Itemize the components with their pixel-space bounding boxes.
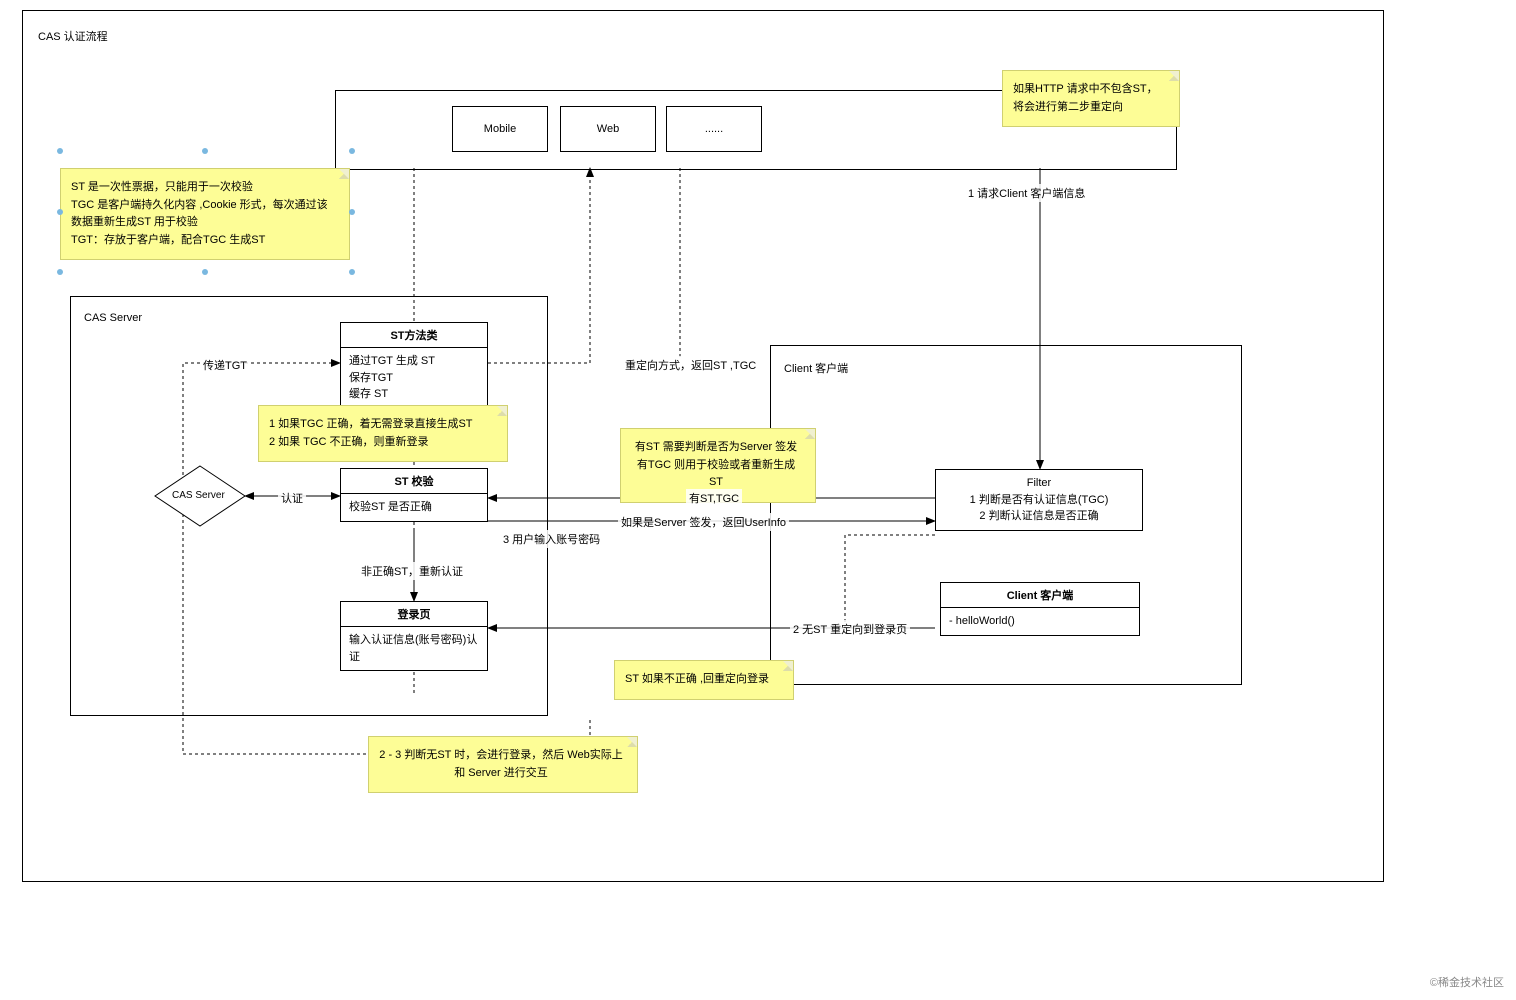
edge-pass-tgt: 传递TGT (200, 356, 250, 374)
client-box-title: Client 客户端 (941, 583, 1139, 608)
st-method-l3: 缓存 ST (349, 386, 479, 403)
watermark: ©稀金技术社区 (1430, 974, 1504, 990)
login-body: 输入认证信息(账号密码)认证 (341, 627, 487, 670)
st-check-title: ST 校验 (341, 469, 487, 494)
note-st-wrong: ST 如果不正确 ,回重定向登录 (614, 660, 794, 700)
filter-title: Filter (944, 475, 1134, 492)
edge-wrong-st: 非正确ST，重新认证 (358, 562, 466, 580)
box-login: 登录页 输入认证信息(账号密码)认证 (340, 601, 488, 671)
st-method-title: ST方法类 (341, 323, 487, 348)
box-st-check: ST 校验 校验ST 是否正确 (340, 468, 488, 522)
st-method-l2: 保存TGT (349, 370, 479, 387)
st-method-l1: 通过TGT 生成 ST (349, 353, 479, 370)
filter-l2: 2 判断认证信息是否正确 (944, 508, 1134, 525)
client-box-body: - helloWorld() (941, 608, 1139, 635)
client-title: Client 客户端 (784, 360, 848, 376)
client-mobile: Mobile (452, 106, 548, 152)
login-title: 登录页 (341, 602, 487, 627)
edge-request-client: 1 请求Client 客户端信息 (965, 184, 1088, 202)
note-tgc-check: 1 如果TGC 正确，着无需登录直接生成ST2 如果 TGC 不正确，则重新登录 (258, 405, 508, 462)
edge-redirect-st-tgc: 重定向方式，返回ST ,TGC (622, 356, 759, 374)
note-http-redirect: 如果HTTP 请求中不包含ST，将会进行第二步重定向 (1002, 70, 1180, 127)
filter-l1: 1 判断是否有认证信息(TGC) (944, 492, 1134, 509)
edge-userinfo: 如果是Server 签发，返回UserInfo (618, 513, 789, 531)
box-st-method: ST方法类 通过TGT 生成 ST 保存TGT 缓存 ST (340, 322, 488, 409)
diagram-title: CAS 认证流程 (38, 28, 108, 44)
note-st-tgc-tgt[interactable]: ST 是一次性票据，只能用于一次校验TGC 是客户端持久化内容 ,Cookie … (60, 168, 350, 260)
edge-st-tgc: 有ST,TGC (686, 489, 742, 507)
box-client: Client 客户端 - helloWorld() (940, 582, 1140, 636)
edge-auth: 认证 (278, 489, 306, 507)
st-check-body: 校验ST 是否正确 (341, 494, 487, 521)
cas-server-title: CAS Server (84, 312, 142, 324)
client-more: ...... (666, 106, 762, 152)
client-web: Web (560, 106, 656, 152)
note-bottom: 2 - 3 判断无ST 时，会进行登录，然后 Web实际上和 Server 进行… (368, 736, 638, 793)
edge-no-st: 2 无ST 重定向到登录页 (790, 620, 910, 638)
box-filter: Filter 1 判断是否有认证信息(TGC) 2 判断认证信息是否正确 (935, 469, 1143, 531)
diamond-label: CAS Server (172, 490, 225, 501)
edge-input-pwd: 3 用户输入账号密码 (500, 530, 603, 548)
